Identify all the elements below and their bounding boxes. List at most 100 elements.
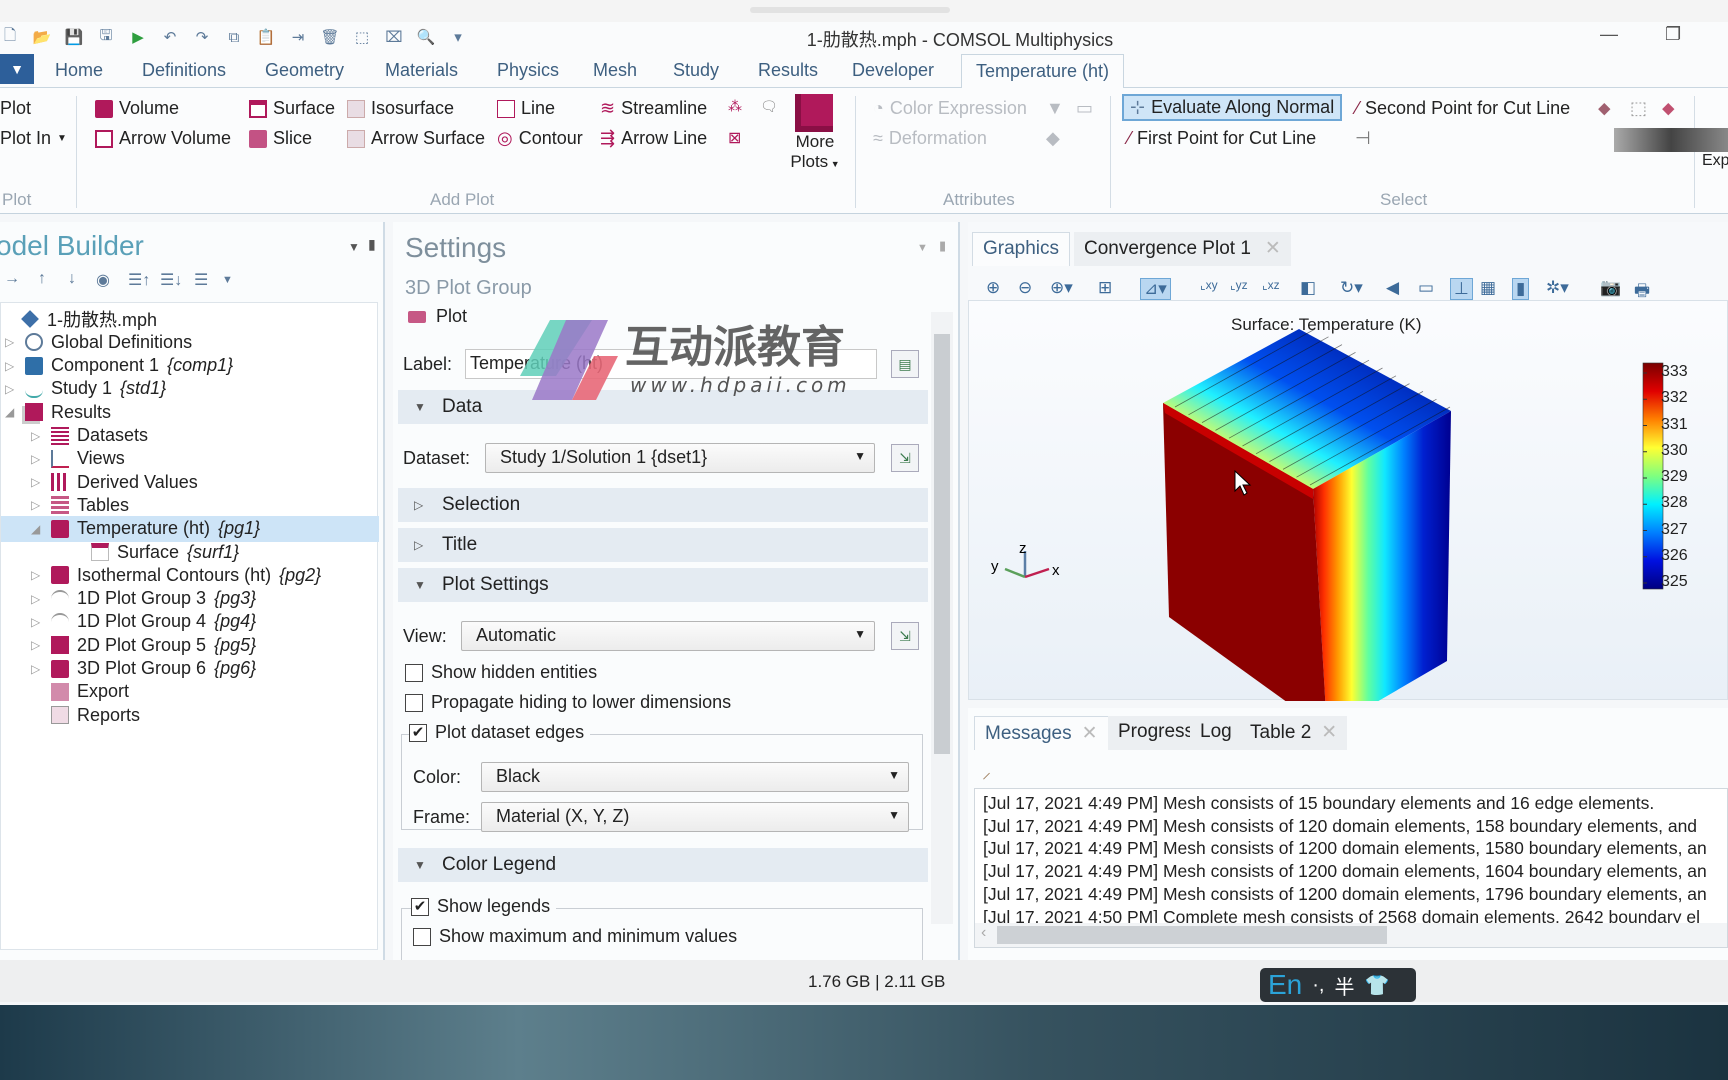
dataset-select[interactable]: Study 1/Solution 1 {dset1} ▼ <box>485 443 875 473</box>
volume-button[interactable]: Volume <box>95 98 179 119</box>
move-down-icon[interactable]: ↓ <box>68 270 76 288</box>
frame-select[interactable]: Material (X, Y, Z) ▼ <box>481 802 909 832</box>
show-hidden-checkbox[interactable]: Show hidden entities <box>405 662 597 683</box>
ime-indicator[interactable]: En ·, 半 👕 <box>1260 968 1416 1002</box>
file-menu-button[interactable]: ▼ <box>0 54 34 84</box>
new-file-icon[interactable]: 🗋 <box>0 27 20 47</box>
show-axis-icon[interactable]: ⊥ <box>1450 278 1473 300</box>
tree-item[interactable]: ▷ Views <box>31 447 125 471</box>
panel-menu-icon[interactable]: ▼ <box>348 240 360 254</box>
tab-materials[interactable]: Materials <box>385 60 458 81</box>
section-title[interactable]: ▷ Title <box>398 528 928 562</box>
redo-icon[interactable]: ↷ <box>192 27 212 47</box>
section-color-legend[interactable]: ▼ Color Legend <box>398 848 928 882</box>
close-icon[interactable]: ✕ <box>1321 722 1337 743</box>
clear-selection-icon[interactable]: ⌧ <box>384 27 404 47</box>
tree-item[interactable]: ▷ Tables <box>31 493 129 517</box>
collapse-arrow-icon[interactable]: ◢ <box>31 522 43 536</box>
drag-grip[interactable] <box>750 7 950 13</box>
surface-button[interactable]: Surface <box>249 98 335 119</box>
line-button[interactable]: Line <box>497 98 555 119</box>
find-icon[interactable]: 🔍 <box>416 27 436 47</box>
contour-button[interactable]: ◎ Contour <box>497 128 583 149</box>
clear-messages-icon[interactable]: ⸝ <box>982 760 991 784</box>
render-icon[interactable]: ✲▾ <box>1546 278 1569 298</box>
expand-arrow-icon[interactable]: ▷ <box>5 382 17 396</box>
tree-item[interactable]: Surface {surf1} <box>71 540 239 564</box>
selection-attr-icon[interactable]: ▭ <box>1076 98 1093 119</box>
evaluate-along-normal-button[interactable]: ⊹ Evaluate Along Normal <box>1122 94 1343 121</box>
scrollbar-thumb[interactable] <box>997 926 1387 944</box>
panel-menu-icon[interactable]: ▼ <box>917 242 928 254</box>
color-expression-button[interactable]: ◔ Color Expression <box>873 98 1027 119</box>
tree-item[interactable]: ▷ Datasets <box>31 424 148 448</box>
scrollbar-thumb[interactable] <box>934 334 950 754</box>
delete-selection-icon[interactable]: ⬥ <box>1662 98 1675 119</box>
first-point-button[interactable]: ⁄ First Point for Cut Line <box>1128 128 1316 149</box>
streamline-button[interactable]: ≋ Streamline <box>600 98 707 119</box>
messages-tab-table-2[interactable]: Table 2 ✕ <box>1240 716 1348 750</box>
list-options-icon[interactable]: ☰ <box>194 270 208 290</box>
plot-button[interactable]: Plot <box>0 98 31 119</box>
close-icon[interactable]: ✕ <box>1265 238 1281 259</box>
view-xy-icon[interactable]: ⌞xy <box>1200 278 1218 292</box>
more-plots-button[interactable]: More Plots ▼ <box>790 94 840 172</box>
zoom-in-icon[interactable]: ⊕ <box>986 278 1000 298</box>
expand-arrow-icon[interactable]: ▷ <box>31 638 43 652</box>
tree-item[interactable]: ▷ 1D Plot Group 3 {pg3} <box>31 587 256 611</box>
tab-developer[interactable]: Developer <box>852 60 934 81</box>
section-selection[interactable]: ▷ Selection <box>398 488 928 522</box>
undo-icon[interactable]: ↶ <box>160 27 180 47</box>
chevron-down-icon[interactable]: ▼ <box>222 274 233 286</box>
tree-item[interactable]: ▷ Component 1 {comp1} <box>5 354 233 378</box>
delete-icon[interactable]: 🗑 <box>320 27 340 47</box>
tab-temperature-ht[interactable]: Temperature (ht) <box>961 54 1125 89</box>
save-icon[interactable]: 💾 <box>64 27 84 47</box>
isosurface-button[interactable]: Isosurface <box>347 98 454 119</box>
view-xz-icon[interactable]: ⌞xz <box>1262 278 1280 292</box>
point-graph-icon[interactable]: ⊣ <box>1355 128 1371 149</box>
tree-item[interactable]: Reports <box>31 703 140 727</box>
filter-icon[interactable]: ▼ <box>1046 98 1064 119</box>
show-maxmin-checkbox[interactable]: Show maximum and minimum values <box>413 926 737 947</box>
view-select[interactable]: Automatic ▼ <box>461 621 875 651</box>
graphics-canvas[interactable]: Surface: Temperature (K) z y x 333 332 3… <box>968 300 1728 701</box>
plot-button[interactable]: Plot <box>408 306 467 327</box>
tab-physics[interactable]: Physics <box>497 60 559 81</box>
tree-item[interactable]: ◢ Results <box>5 400 111 424</box>
arrow-surface-button[interactable]: Arrow Surface <box>347 128 485 149</box>
messages-hscrollbar[interactable]: ‹ <box>975 923 1727 947</box>
pin-icon[interactable]: ▮ <box>939 238 946 254</box>
tree-item[interactable]: ▷ 2D Plot Group 5 {pg5} <box>31 633 256 657</box>
show-icon[interactable]: ◉ <box>96 270 110 290</box>
zoom-extents-icon[interactable]: ⊞ <box>1098 278 1112 298</box>
grid-icon[interactable]: ▦ <box>1480 278 1496 298</box>
reset-label-icon[interactable]: ▤ <box>891 350 919 378</box>
tree-item[interactable]: ▷ Derived Values <box>31 470 198 494</box>
show-legends-checkbox[interactable]: ✔ Show legends <box>411 896 557 917</box>
save-as-icon[interactable]: 🖫 <box>96 27 116 47</box>
paste-icon[interactable]: 📋 <box>256 27 276 47</box>
select-box-icon[interactable]: ⬚ <box>1630 98 1647 119</box>
expand-all-icon[interactable]: ☰↓ <box>160 270 182 290</box>
run-icon[interactable]: ▶ <box>128 27 148 47</box>
expand-arrow-icon[interactable]: ▷ <box>5 335 17 349</box>
expand-arrow-icon[interactable]: ▷ <box>31 452 43 466</box>
minimize-icon[interactable]: — <box>1600 24 1618 45</box>
tab-geometry[interactable]: Geometry <box>265 60 344 81</box>
select-icon[interactable]: ⬚ <box>352 27 372 47</box>
expand-arrow-icon[interactable]: ▷ <box>31 475 43 489</box>
tree-item[interactable]: Export <box>31 680 129 704</box>
zoom-out-icon[interactable]: ⊖ <box>1018 278 1032 298</box>
tab-mesh[interactable]: Mesh <box>593 60 637 81</box>
second-point-button[interactable]: ⁄ Second Point for Cut Line <box>1356 98 1570 119</box>
expand-arrow-icon[interactable]: ▷ <box>5 359 17 373</box>
particle-tracing-icon[interactable]: ⁂ <box>728 98 742 115</box>
section-plot-settings[interactable]: ▼ Plot Settings <box>398 568 928 602</box>
transparency-attr-icon[interactable]: ◆ <box>1046 128 1060 149</box>
expand-arrow-icon[interactable]: ▷ <box>31 662 43 676</box>
plot-in-button[interactable]: Plot In ▼ <box>0 128 67 149</box>
go-forward-icon[interactable]: → <box>4 270 20 288</box>
graphics-tab-convergence-plot-1[interactable]: Convergence Plot 1 ✕ <box>1074 232 1291 266</box>
tree-item[interactable]: ▷ Global Definitions <box>5 330 192 354</box>
